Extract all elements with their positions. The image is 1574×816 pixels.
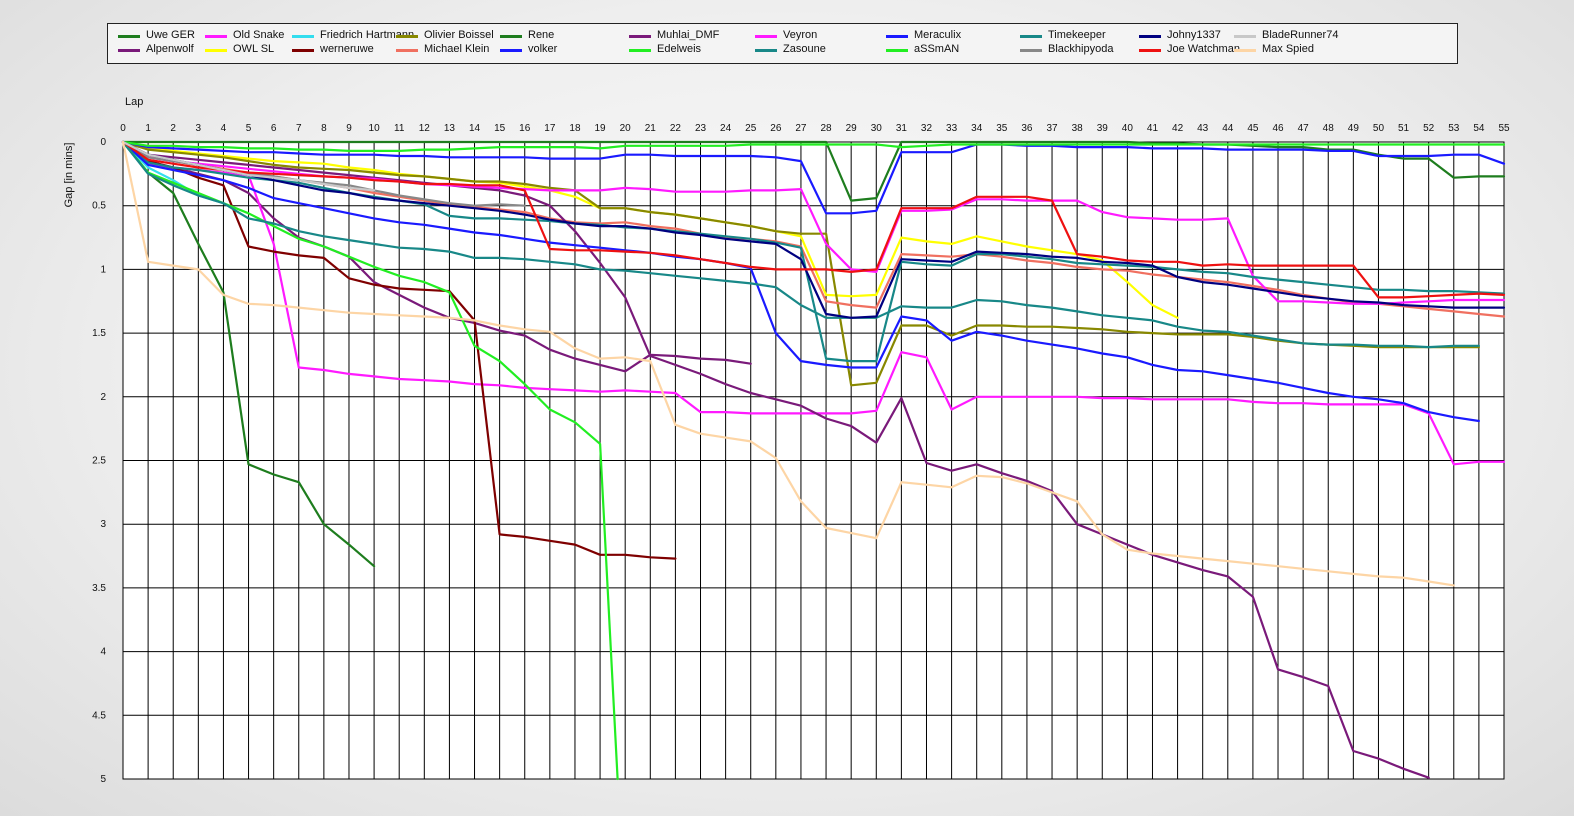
x-tick-label: 29 [846,123,858,134]
x-tick-label: 7 [296,123,302,134]
x-tick-label: 51 [1398,123,1410,134]
y-tick-label: 0 [100,137,106,148]
x-tick-label: 38 [1072,123,1084,134]
x-tick-label: 13 [444,123,456,134]
x-tick-label: 28 [820,123,832,134]
x-tick-label: 25 [745,123,757,134]
y-tick-label: 5 [100,774,106,785]
x-tick-label: 21 [645,123,657,134]
x-tick-label: 42 [1172,123,1184,134]
x-tick-label: 3 [196,123,202,134]
y-tick-label: 3.5 [92,583,106,594]
x-tick-label: 23 [695,123,707,134]
x-tick-label: 37 [1046,123,1058,134]
x-tick-label: 35 [996,123,1008,134]
x-tick-label: 45 [1247,123,1259,134]
x-tick-label: 55 [1498,123,1510,134]
x-tick-label: 22 [670,123,682,134]
x-tick-label: 48 [1323,123,1335,134]
x-tick-label: 6 [271,123,277,134]
x-tick-label: 49 [1348,123,1360,134]
x-tick-label: 17 [544,123,556,134]
x-tick-label: 50 [1373,123,1385,134]
y-tick-label: 0.5 [92,201,106,212]
x-tick-label: 36 [1021,123,1033,134]
x-tick-label: 53 [1448,123,1460,134]
x-tick-label: 39 [1097,123,1109,134]
y-tick-label: 1 [100,264,106,275]
x-tick-label: 41 [1147,123,1159,134]
x-tick-label: 5 [246,123,252,134]
x-tick-label: 19 [595,123,607,134]
y-tick-label: 4.5 [92,710,106,721]
x-tick-label: 46 [1272,123,1284,134]
x-tick-label: 8 [321,123,327,134]
x-tick-label: 18 [569,123,581,134]
x-tick-label: 14 [469,123,481,134]
y-tick-label: 2 [100,392,106,403]
x-tick-label: 47 [1298,123,1310,134]
x-tick-label: 24 [720,123,732,134]
y-tick-label: 3 [100,519,106,530]
x-tick-label: 54 [1473,123,1485,134]
y-tick-label: 1.5 [92,328,106,339]
x-tick-label: 12 [419,123,431,134]
x-tick-label: 1 [145,123,151,134]
x-tick-label: 52 [1423,123,1435,134]
x-tick-label: 16 [519,123,531,134]
y-tick-label: 4 [100,647,106,658]
x-tick-label: 44 [1222,123,1234,134]
x-tick-label: 20 [620,123,632,134]
x-tick-label: 30 [871,123,883,134]
y-axis-title: Gap [in mins] [63,143,75,208]
x-tick-label: 33 [946,123,958,134]
x-tick-label: 0 [120,123,126,134]
x-tick-label: 10 [369,123,381,134]
x-tick-label: 2 [170,123,176,134]
x-tick-label: 9 [346,123,352,134]
x-tick-label: 34 [971,123,983,134]
x-axis-title: Lap [125,96,143,108]
x-tick-label: 43 [1197,123,1209,134]
x-tick-label: 40 [1122,123,1134,134]
x-tick-label: 26 [770,123,782,134]
x-tick-label: 11 [394,123,405,134]
x-tick-label: 31 [896,123,908,134]
x-tick-label: 32 [921,123,933,134]
x-tick-label: 4 [221,123,227,134]
y-tick-label: 2.5 [92,456,106,467]
x-tick-label: 15 [494,123,506,134]
x-tick-label: 27 [795,123,807,134]
chart: 0 1 2 3 4 5 6 7 8 9 10 11 12 13 14 15 16 17 18 19 20 21 22 23 24… [63,96,1510,785]
